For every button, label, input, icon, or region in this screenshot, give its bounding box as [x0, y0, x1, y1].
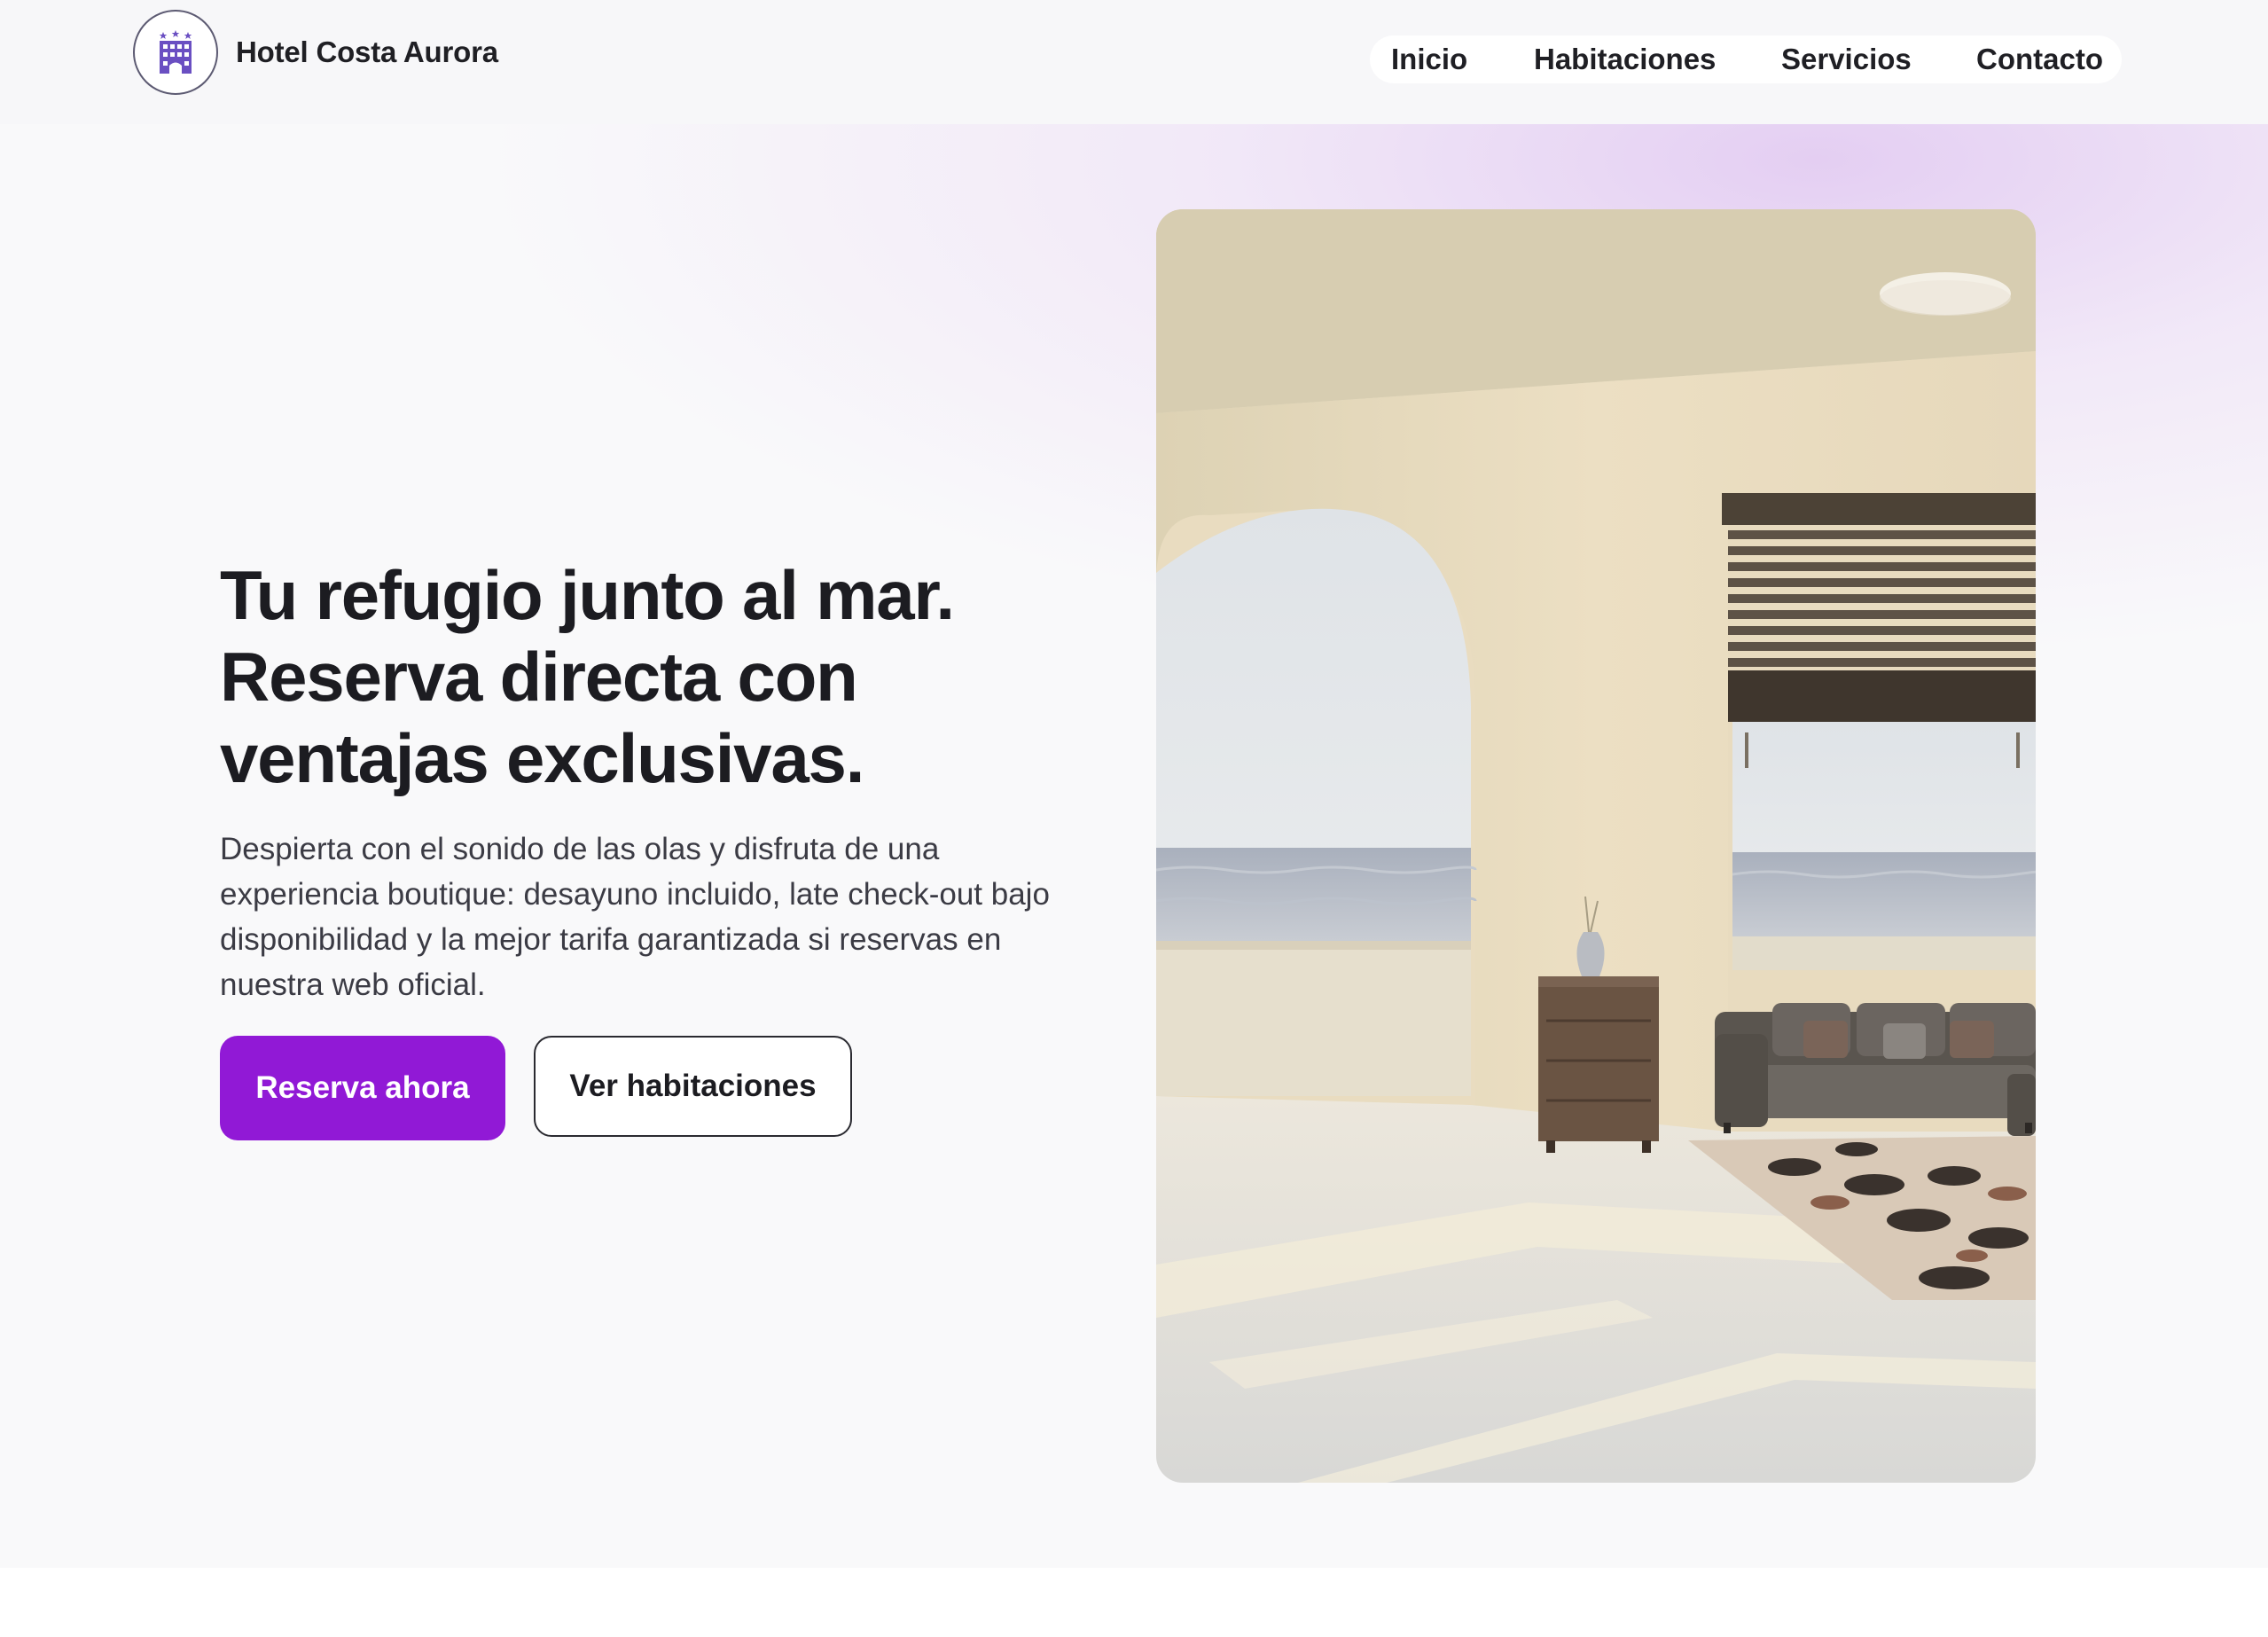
hero-title-line: Tu refugio junto al mar.: [220, 556, 955, 634]
site-header: Hotel Costa Aurora Inicio Habitaciones S…: [0, 0, 2268, 124]
nav-habitaciones[interactable]: Habitaciones: [1534, 35, 1716, 83]
hero-title-line: ventajas exclusivas.: [220, 719, 864, 797]
brand[interactable]: Hotel Costa Aurora: [133, 10, 498, 95]
hero-title-line: Reserva directa con: [220, 638, 858, 716]
hero-description-line: disponibilidad y la mejor tarifa garanti…: [220, 922, 1002, 957]
brand-name[interactable]: Hotel Costa Aurora: [236, 35, 498, 69]
nav-contacto[interactable]: Contacto: [1976, 35, 2103, 83]
hero-section: Tu refugio junto al mar. Reserva directa…: [0, 124, 2268, 1568]
main-nav: Inicio Habitaciones Servicios Contacto: [1370, 35, 2122, 83]
room-illustration: [1156, 209, 2036, 1483]
hero-description-line: nuestra web oficial.: [220, 967, 486, 1002]
nav-servicios[interactable]: Servicios: [1781, 35, 1912, 83]
reserve-now-button[interactable]: Reserva ahora: [220, 1036, 505, 1140]
hotel-building-icon[interactable]: [133, 10, 218, 95]
view-rooms-button[interactable]: Ver habitaciones: [534, 1036, 852, 1137]
hero-description: Despierta con el sonido de las olas y di…: [220, 826, 1089, 1007]
hero-title: Tu refugio junto al mar. Reserva directa…: [220, 554, 1107, 799]
hero-description-line: Despierta con el sonido de las olas y di…: [220, 832, 940, 866]
hero-room-image: [1156, 209, 2036, 1483]
nav-inicio[interactable]: Inicio: [1391, 35, 1467, 83]
hero-description-line: experiencia boutique: desayuno incluido,…: [220, 877, 1050, 912]
